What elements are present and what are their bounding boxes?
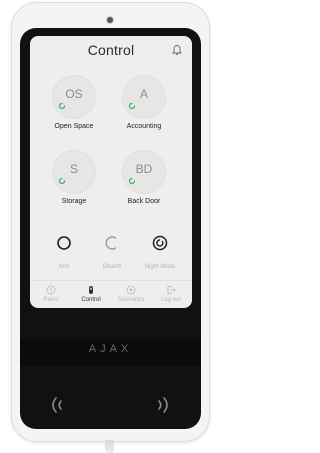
tab-label: Log out <box>160 297 182 303</box>
night-mode-icon <box>152 235 168 251</box>
tab-label: Panic <box>43 297 59 303</box>
tab-label: Scenarios <box>117 297 145 303</box>
tab-log-out[interactable]: Log out <box>151 285 191 307</box>
group-back-door[interactable]: BD Back Door <box>114 150 174 220</box>
tab-control[interactable]: Control <box>71 285 111 307</box>
contactless-left-icon <box>52 397 62 413</box>
group-open-space[interactable]: OS Open Space <box>44 75 104 145</box>
tab-panic[interactable]: Panic <box>31 285 71 307</box>
group-button[interactable]: A <box>122 75 166 119</box>
group-abbreviation: A <box>139 87 148 101</box>
panic-icon <box>46 285 56 295</box>
arm-label: Arm <box>58 264 70 270</box>
group-label: Accounting <box>126 123 162 130</box>
group-label: Back Door <box>127 198 161 205</box>
group-button[interactable]: BD <box>122 150 166 194</box>
scenarios-icon <box>126 285 136 295</box>
group-label: Open Space <box>54 123 94 130</box>
tab-label: Control <box>81 297 101 303</box>
contactless-right-icon <box>158 397 168 413</box>
group-button[interactable]: S <box>52 150 96 194</box>
touch-screen: Control OS Open Space A Accounting S Sto… <box>30 36 192 308</box>
logout-icon <box>167 286 176 294</box>
arm-button[interactable]: Arm <box>42 233 86 273</box>
group-accounting[interactable]: A Accounting <box>114 75 174 145</box>
disarmed-status-icon <box>58 102 66 110</box>
disarm-button[interactable]: Disarm <box>90 233 134 273</box>
group-label: Storage <box>61 198 87 205</box>
tab-bar: Panic Control Scenarios Log out <box>30 280 192 308</box>
night-mode-button[interactable]: Night Mode <box>138 233 182 273</box>
control-icon <box>89 286 93 294</box>
group-button[interactable]: OS <box>52 75 96 119</box>
group-abbreviation: BD <box>135 162 153 176</box>
disarmed-status-icon <box>128 102 136 110</box>
bell-icon[interactable] <box>171 44 183 56</box>
brand-logo: AJAX <box>88 343 133 355</box>
cable <box>105 440 114 453</box>
disarmed-status-icon <box>58 177 66 185</box>
group-abbreviation: S <box>69 162 78 176</box>
disarm-icon <box>105 236 117 250</box>
group-storage[interactable]: S Storage <box>44 150 104 220</box>
group-abbreviation: OS <box>65 87 83 101</box>
disarmed-status-icon <box>128 177 136 185</box>
arm-icon <box>57 236 71 250</box>
tab-scenarios[interactable]: Scenarios <box>111 285 151 307</box>
page-title: Control <box>87 42 135 58</box>
front-camera <box>107 17 113 23</box>
night-mode-label: Night Mode <box>144 264 176 270</box>
disarm-label: Disarm <box>102 264 122 270</box>
